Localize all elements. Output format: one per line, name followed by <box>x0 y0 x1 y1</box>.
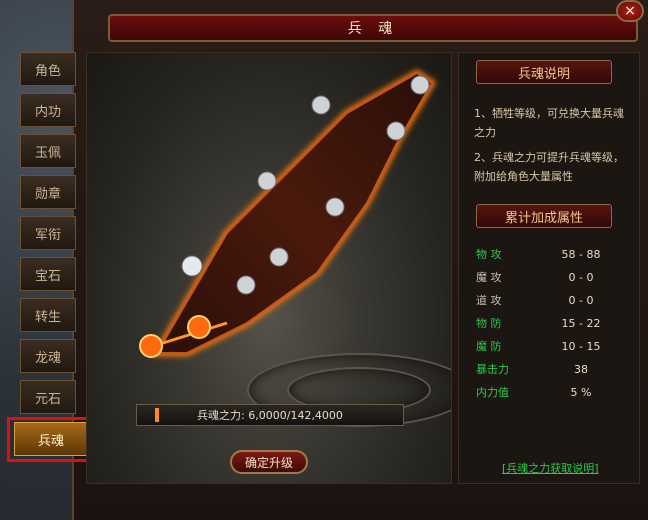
stat-row-magic-atk: 魔 攻 0 - 0 <box>476 267 624 287</box>
tab-inner-power[interactable]: 内功 <box>20 93 76 127</box>
stat-value: 38 <box>574 362 588 376</box>
stat-label: 道 攻 <box>476 294 502 307</box>
close-button[interactable]: × <box>616 0 644 22</box>
orb-node-5[interactable] <box>325 197 345 217</box>
fire-orb-1 <box>139 334 163 358</box>
soul-power-bar: 兵魂之力: 6,0000/142,4000 <box>136 404 404 426</box>
tab-yuan-stone[interactable]: 元石 <box>20 380 76 414</box>
stat-label: 物 攻 <box>476 248 502 261</box>
tab-rebirth[interactable]: 转生 <box>20 298 76 332</box>
close-icon: × <box>624 3 636 19</box>
orb-node-1[interactable] <box>410 75 430 95</box>
stat-row-magic-def: 魔 防 10 - 15 <box>476 336 624 356</box>
stat-value: 15 - 22 <box>561 316 601 330</box>
stat-row-inner-power: 内力值 5 % <box>476 382 624 402</box>
orb-node-2[interactable] <box>311 95 331 115</box>
tab-medal[interactable]: 勋章 <box>20 175 76 209</box>
window-title-text: 兵 魂 <box>347 21 399 37</box>
confirm-upgrade-label: 确定升级 <box>244 455 293 470</box>
tab-jade[interactable]: 玉佩 <box>20 134 76 168</box>
sword-blade <box>155 71 434 354</box>
orb-node-6[interactable] <box>181 255 203 277</box>
stat-value: 5 % <box>570 385 592 399</box>
orb-node-4[interactable] <box>257 171 277 191</box>
desc-line-2: 2、兵魂之力可提升兵魂等级，附加给角色大量属性 <box>474 151 624 183</box>
stat-label: 物 防 <box>476 317 502 330</box>
fire-orb-2 <box>187 315 211 339</box>
orb-node-3[interactable] <box>386 121 406 141</box>
stat-row-crit: 暴击力 38 <box>476 359 624 379</box>
orb-node-8[interactable] <box>236 275 256 295</box>
stat-value: 58 - 88 <box>561 247 601 261</box>
window-title: 兵 魂 <box>108 14 638 42</box>
orb-node-7[interactable] <box>269 247 289 267</box>
stat-row-phys-atk: 物 攻 58 - 88 <box>476 244 624 264</box>
tab-character[interactable]: 角色 <box>20 52 76 86</box>
active-tab-highlight <box>7 417 94 462</box>
desc-line-1: 1、牺牲等级，可兑换大量兵魂之力 <box>474 107 624 139</box>
tab-dragon-soul[interactable]: 龙魂 <box>20 339 76 373</box>
stat-label: 魔 防 <box>476 340 502 353</box>
tab-gem[interactable]: 宝石 <box>20 257 76 291</box>
stat-label: 魔 攻 <box>476 271 502 284</box>
soul-power-text: 兵魂之力: 6,0000/142,4000 <box>197 409 343 422</box>
confirm-upgrade-button[interactable]: 确定升级 <box>230 450 308 474</box>
stat-label: 内力值 <box>476 386 509 399</box>
stat-row-tao-atk: 道 攻 0 - 0 <box>476 290 624 310</box>
stat-row-phys-def: 物 防 15 - 22 <box>476 313 624 333</box>
stat-value: 10 - 15 <box>561 339 601 353</box>
desc-section-header: 兵魂说明 <box>476 60 612 84</box>
stat-value: 0 - 0 <box>568 270 594 284</box>
soul-power-help-link[interactable]: [兵魂之力获取说明] <box>502 460 599 476</box>
stat-label: 暴击力 <box>476 363 509 376</box>
stats-section-header: 累计加成属性 <box>476 204 612 228</box>
tab-rank[interactable]: 军衔 <box>20 216 76 250</box>
stat-value: 0 - 0 <box>568 293 594 307</box>
